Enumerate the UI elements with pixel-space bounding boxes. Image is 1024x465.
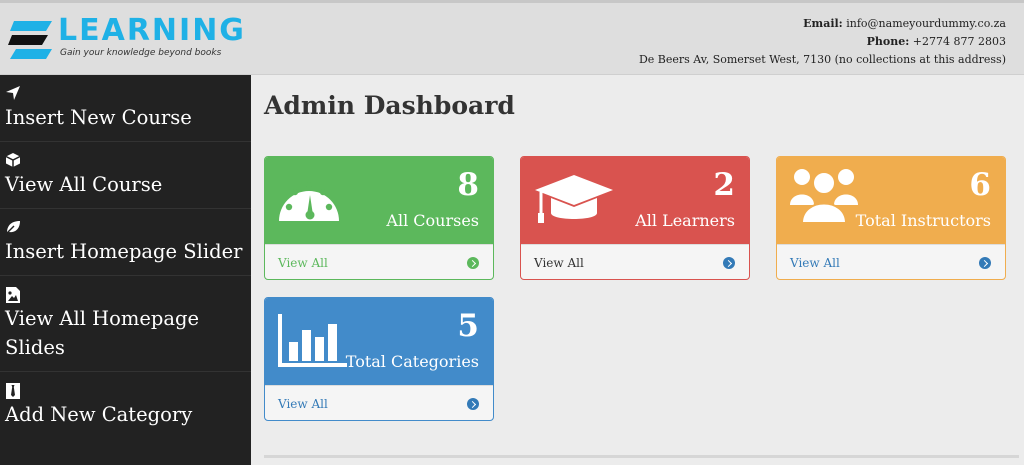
categories-card: 5 Total Categories View All	[264, 297, 494, 421]
sidebar-item-add-new-category[interactable]: Add New Category	[0, 371, 251, 438]
sidebar: Insert New Course View All Course Insert…	[0, 75, 251, 465]
card-footer[interactable]: View All	[265, 244, 493, 279]
courses-label: All Courses	[386, 211, 479, 230]
sidebar-item-label: Insert New Course	[5, 106, 192, 129]
phone-value[interactable]: +2774 877 2803	[913, 35, 1006, 48]
categories-count: 5	[457, 308, 479, 344]
arrow-circle-right-icon[interactable]	[467, 257, 479, 269]
email-label: Email:	[803, 17, 843, 30]
courses-card: 8 All Courses View All	[264, 156, 494, 280]
tie-icon	[5, 382, 246, 400]
page-title: Admin Dashboard	[264, 91, 515, 120]
card-footer[interactable]: View All	[265, 385, 493, 420]
logo-tagline: Gain your knowledge beyond books	[60, 48, 222, 58]
sidebar-item-insert-new-course[interactable]: Insert New Course	[0, 75, 251, 141]
learners-label: All Learners	[635, 211, 735, 230]
view-all-learners-link[interactable]: View All	[534, 256, 584, 270]
contact-address: De Beers Av, Somerset West, 7130 (no col…	[638, 53, 1006, 66]
instructors-label: Total Instructors	[855, 211, 991, 230]
location-arrow-icon	[5, 85, 246, 103]
view-all-categories-link[interactable]: View All	[278, 397, 328, 411]
logo-wordmark: LEARNING	[58, 13, 246, 48]
leaf-icon	[5, 219, 246, 237]
sidebar-item-insert-homepage-slider[interactable]: Insert Homepage Slider	[0, 208, 251, 275]
card-footer[interactable]: View All	[521, 244, 749, 279]
main-content: Admin Dashboard 8 All Courses View All 2…	[251, 75, 1024, 465]
sidebar-item-label: View All Homepage Slides	[5, 307, 200, 359]
users-group-icon	[790, 169, 858, 224]
sidebar-item-label: Add New Category	[5, 403, 193, 426]
card-header: 6 Total Instructors	[777, 157, 1005, 244]
sidebar-item-label: View All Course	[5, 173, 163, 196]
card-footer[interactable]: View All	[777, 244, 1005, 279]
learners-count: 2	[713, 167, 735, 203]
cube-icon	[5, 152, 246, 170]
courses-count: 8	[457, 167, 479, 203]
contact-phone: Phone: +2774 877 2803	[639, 33, 1006, 51]
image-file-icon	[5, 286, 246, 304]
card-header: 8 All Courses	[265, 157, 493, 244]
contact-info: Email: info@nameyourdummy.co.za Phone: +…	[639, 15, 1006, 69]
contact-email: Email: info@nameyourdummy.co.za	[639, 15, 1006, 33]
sidebar-item-label: Insert Homepage Slider	[5, 240, 243, 263]
graduation-cap-icon	[535, 175, 613, 223]
arrow-circle-right-icon[interactable]	[979, 257, 991, 269]
site-header: LEARNING Gain your knowledge beyond book…	[0, 0, 1024, 75]
card-header: 2 All Learners	[521, 157, 749, 244]
divider	[264, 455, 1019, 458]
arrow-circle-right-icon[interactable]	[467, 398, 479, 410]
dashboard-gauge-icon	[279, 181, 339, 221]
site-logo[interactable]: LEARNING Gain your knowledge beyond book…	[8, 13, 244, 65]
logo-mark-icon	[8, 21, 52, 59]
instructors-card: 6 Total Instructors View All	[776, 156, 1006, 280]
view-all-instructors-link[interactable]: View All	[790, 256, 840, 270]
arrow-circle-right-icon[interactable]	[723, 257, 735, 269]
view-all-courses-link[interactable]: View All	[278, 256, 328, 270]
sidebar-item-view-all-homepage-slides[interactable]: View All Homepage Slides	[0, 275, 251, 371]
phone-label: Phone:	[866, 35, 910, 48]
email-value[interactable]: info@nameyourdummy.co.za	[846, 17, 1006, 30]
learners-card: 2 All Learners View All	[520, 156, 750, 280]
categories-label: Total Categories	[345, 352, 479, 371]
instructors-count: 6	[969, 167, 991, 203]
card-header: 5 Total Categories	[265, 298, 493, 385]
sidebar-item-view-all-course[interactable]: View All Course	[0, 141, 251, 208]
bar-chart-icon	[278, 314, 347, 367]
